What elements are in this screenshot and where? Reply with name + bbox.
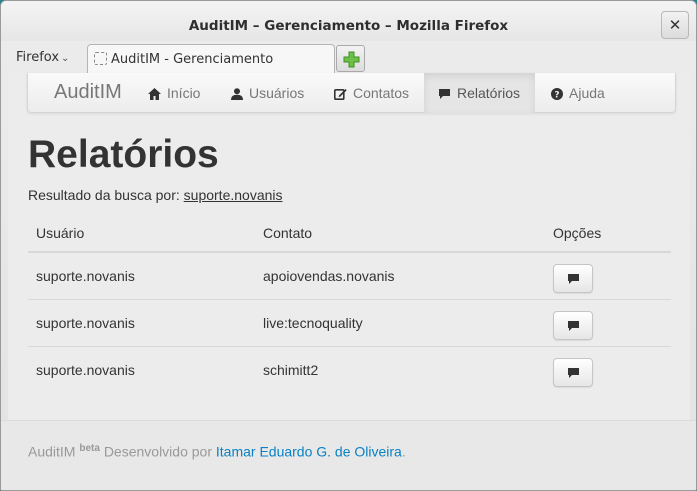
- nav-item-label: Ajuda: [569, 85, 605, 101]
- page-content: AuditIM Início Usuários Contatos Relatór…: [8, 73, 690, 420]
- edit-icon: [334, 75, 347, 115]
- column-header-contato: Contato: [263, 225, 313, 241]
- comment-icon: [568, 274, 579, 284]
- author-link[interactable]: Itamar Eduardo G. de Oliveira: [216, 444, 402, 460]
- cell-contato: schimitt2: [263, 362, 319, 378]
- cell-usuario: suporte.novanis: [36, 362, 135, 378]
- view-conversation-button[interactable]: [553, 311, 593, 340]
- footer-period: .: [401, 443, 406, 460]
- comment-icon: [438, 75, 451, 115]
- user-icon: [231, 75, 243, 115]
- tab-bar: Firefox ⌄ AuditIM - Gerenciamento: [1, 41, 696, 73]
- results-table: Usuário Contato Opções suporte.novanis a…: [28, 216, 671, 393]
- title-bar: AuditIM – Gerenciamento – Mozilla Firefo…: [1, 1, 696, 41]
- table-header-row: Usuário Contato Opções: [28, 216, 671, 252]
- window-title: AuditIM – Gerenciamento – Mozilla Firefo…: [188, 18, 509, 34]
- view-conversation-button[interactable]: [553, 264, 593, 293]
- nav-item-inicio[interactable]: Início: [134, 73, 214, 113]
- column-header-usuario: Usuário: [36, 225, 85, 241]
- firefox-menu-button[interactable]: Firefox ⌄: [16, 50, 69, 65]
- cell-contato: apoiovendas.novanis: [263, 268, 395, 284]
- table-row: suporte.novanis live:tecnoquality: [28, 299, 671, 346]
- chevron-down-icon: ⌄: [61, 53, 70, 64]
- cell-usuario: suporte.novanis: [36, 315, 135, 331]
- footer-developed-by: Desenvolvido por: [103, 443, 212, 460]
- browser-tab[interactable]: AuditIM - Gerenciamento: [87, 44, 335, 73]
- footer-credits: AuditIM beta Desenvolvido por Itamar Edu…: [28, 443, 406, 460]
- column-header-opcoes: Opções: [553, 225, 602, 241]
- search-result-prefix: Resultado da busca por:: [28, 187, 180, 203]
- page-footer: AuditIM beta Desenvolvido por Itamar Edu…: [1, 420, 696, 490]
- footer-app-name: AuditIM: [28, 443, 76, 460]
- nav-item-usuarios[interactable]: Usuários: [217, 73, 318, 113]
- close-window-button[interactable]: ✕: [661, 11, 689, 39]
- nav-item-contatos[interactable]: Contatos: [320, 73, 423, 113]
- nav-item-label: Usuários: [249, 85, 305, 101]
- brand-logo[interactable]: AuditIM: [54, 81, 122, 104]
- tab-title: AuditIM - Gerenciamento: [111, 52, 274, 67]
- nav-item-relatorios[interactable]: Relatórios: [424, 73, 535, 113]
- new-tab-button[interactable]: [336, 45, 365, 72]
- page-title: Relatórios: [28, 133, 219, 176]
- favicon-placeholder-icon: [94, 52, 107, 65]
- cell-contato: live:tecnoquality: [263, 315, 363, 331]
- search-result-line: Resultado da busca por: suporte.novanis: [28, 187, 283, 203]
- table-row: suporte.novanis schimitt2: [28, 346, 671, 393]
- nav-item-ajuda[interactable]: ? Ajuda: [537, 73, 619, 113]
- svg-text:?: ?: [554, 90, 559, 100]
- nav-item-label: Início: [167, 85, 201, 101]
- footer-beta-tag: beta: [79, 443, 100, 454]
- plus-icon: [343, 51, 360, 68]
- nav-item-label: Relatórios: [457, 85, 521, 101]
- view-conversation-button[interactable]: [553, 358, 593, 387]
- nav-item-label: Contatos: [353, 85, 410, 101]
- question-icon: ?: [551, 75, 563, 115]
- search-term-link[interactable]: suporte.novanis: [184, 187, 283, 203]
- cell-usuario: suporte.novanis: [36, 268, 135, 284]
- browser-window: AuditIM – Gerenciamento – Mozilla Firefo…: [0, 0, 697, 491]
- firefox-menu-label: Firefox: [16, 50, 60, 65]
- comment-icon: [568, 321, 579, 331]
- table-row: suporte.novanis apoiovendas.novanis: [28, 252, 671, 299]
- comment-icon: [568, 368, 579, 378]
- top-navbar: AuditIM Início Usuários Contatos Relatór…: [27, 73, 676, 113]
- home-icon: [148, 75, 161, 115]
